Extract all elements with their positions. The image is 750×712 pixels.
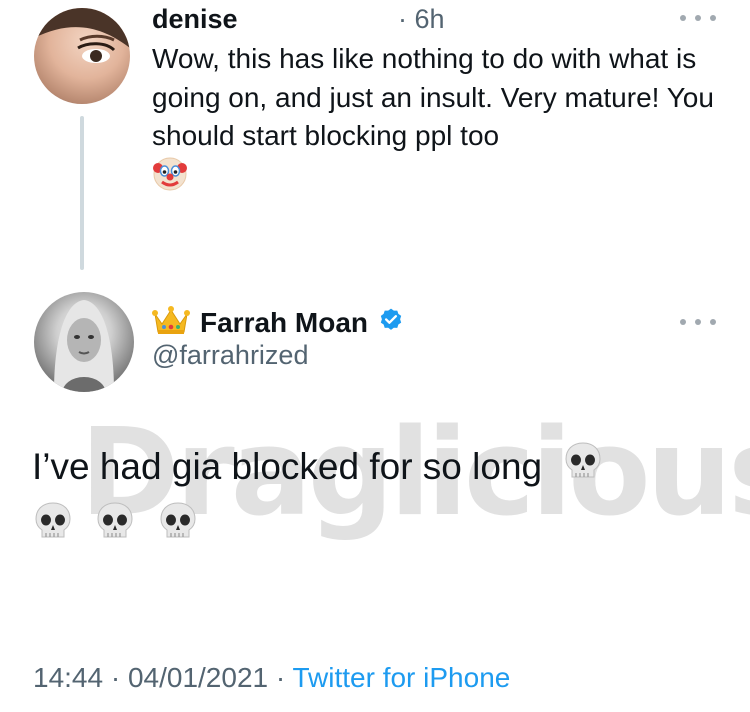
reply-author-name[interactable]: denise (152, 4, 238, 35)
verified-badge-icon (378, 307, 404, 338)
portrait-photo-icon (54, 300, 114, 392)
main-tweet-body: I’ve had gia blocked for so long (32, 438, 722, 559)
skull-icon (157, 500, 199, 559)
main-author-handle[interactable]: @farrahrized (152, 340, 308, 371)
skull-icon (562, 440, 604, 499)
main-tweet-text: I’ve had gia blocked for so long (32, 446, 543, 487)
reply-text: Wow, this has like nothing to do with wh… (152, 43, 714, 151)
main-author-row[interactable]: Farrah Moan (152, 304, 404, 341)
tweet-footer: 14:44 · 04/01/2021 · Twitter for iPhone (33, 662, 510, 694)
reply-timestamp[interactable]: · 6h (398, 4, 445, 35)
crown-icon (152, 304, 190, 341)
face-photo-icon (34, 8, 130, 63)
skull-icon (94, 500, 136, 559)
reply-avatar[interactable] (34, 8, 130, 104)
main-author-name[interactable]: Farrah Moan (200, 307, 368, 339)
tweet-thread: denise · 6h Wow, this has like nothing t… (0, 0, 750, 712)
tweet-source-link[interactable]: Twitter for iPhone (292, 662, 510, 693)
main-avatar[interactable] (34, 292, 134, 392)
main-more-icon[interactable] (680, 316, 716, 328)
thread-connector (80, 116, 84, 270)
reply-body: Wow, this has like nothing to do with wh… (152, 40, 742, 202)
clown-face-icon (152, 156, 188, 203)
tweet-datetime[interactable]: 14:44 · 04/01/2021 · (33, 662, 292, 693)
skull-icon (32, 500, 74, 559)
reply-more-icon[interactable] (680, 12, 716, 24)
